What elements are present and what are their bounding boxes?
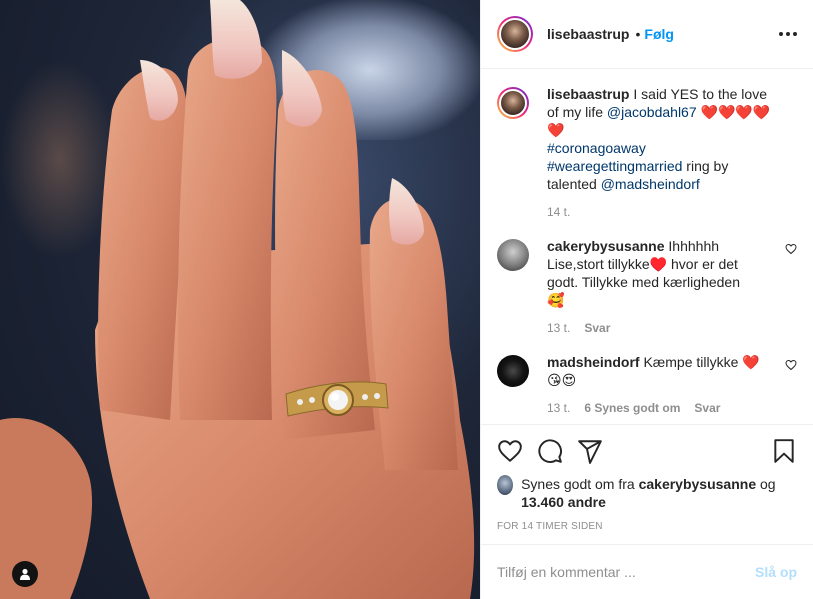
avatar[interactable] xyxy=(497,355,529,387)
heart-icon[interactable] xyxy=(497,438,523,464)
post-comment-button[interactable]: Slå op xyxy=(755,564,797,580)
comment-icon[interactable] xyxy=(537,438,563,464)
comments-section: lisebaastrup I said YES to the love of m… xyxy=(481,69,813,424)
action-icons xyxy=(497,435,797,467)
comment: cakerybysusanne Ihhhhhh Lise,stort tilly… xyxy=(497,237,797,309)
caption-meta: 14 t. xyxy=(547,205,797,219)
post-time[interactable]: FOR 14 TIMER SIDEN xyxy=(497,521,797,532)
likes-count[interactable]: 6 Synes godt om xyxy=(584,401,680,415)
emoji: 🥰 xyxy=(547,292,565,308)
post-photo[interactable] xyxy=(0,0,480,599)
mention-link[interactable]: @madsheindorf xyxy=(601,176,700,192)
comment-meta: 13 t. Svar xyxy=(547,321,797,335)
comment-text: Kæmpe tillykke xyxy=(643,354,743,370)
bookmark-icon[interactable] xyxy=(771,438,797,464)
avatar[interactable] xyxy=(497,16,533,52)
reply-button[interactable]: Svar xyxy=(584,321,610,335)
timestamp[interactable]: 14 t. xyxy=(547,205,570,219)
heart-icon[interactable] xyxy=(785,359,797,371)
caption-avatar[interactable] xyxy=(497,87,529,119)
timestamp[interactable]: 13 t. xyxy=(547,401,570,415)
more-options-icon[interactable] xyxy=(779,26,797,42)
comment-username[interactable]: cakerybysusanne xyxy=(547,238,665,254)
likes-mid: og xyxy=(756,476,776,492)
hand-with-ring-image xyxy=(0,0,475,599)
avatar[interactable] xyxy=(497,475,514,495)
comment: madsheindorf Kæmpe tillykke ❤️ 😘😍 xyxy=(497,353,797,389)
caption: lisebaastrup I said YES to the love of m… xyxy=(497,85,797,193)
likes-summary: Synes godt om fra cakerybysusanne og 13.… xyxy=(497,475,797,511)
comment-meta: 13 t. 6 Synes godt om Svar xyxy=(547,401,797,415)
add-comment-bar: Slå op xyxy=(481,544,813,599)
mention-link[interactable]: @jacobdahl67 xyxy=(607,104,697,120)
reply-button[interactable]: Svar xyxy=(694,401,720,415)
avatar[interactable] xyxy=(497,239,529,271)
comment-username[interactable]: madsheindorf xyxy=(547,354,640,370)
caption-username[interactable]: lisebaastrup xyxy=(547,86,629,102)
post-header: lisebaastrup • Følg xyxy=(481,0,813,69)
emoji: 😘😍 xyxy=(547,372,577,388)
heart-emoji: ❤️ xyxy=(742,354,760,370)
follow-button[interactable]: Følg xyxy=(644,26,674,42)
share-icon[interactable] xyxy=(577,438,603,464)
post-sidebar: lisebaastrup • Følg lisebaastrup I said … xyxy=(480,0,813,599)
likes-prefix: Synes godt om fra xyxy=(521,476,639,492)
heart-icon[interactable] xyxy=(785,243,797,255)
user-tag-icon[interactable] xyxy=(12,561,38,587)
likes-user[interactable]: cakerybysusanne xyxy=(639,476,757,492)
likes-count[interactable]: 13.460 andre xyxy=(521,494,606,510)
timestamp[interactable]: 13 t. xyxy=(547,321,570,335)
hashtag-link[interactable]: #wearegettingmarried xyxy=(547,158,682,174)
post-actions: Synes godt om fra cakerybysusanne og 13.… xyxy=(481,424,813,544)
instagram-post: lisebaastrup • Følg lisebaastrup I said … xyxy=(0,0,813,599)
separator-dot: • xyxy=(635,26,641,42)
post-username[interactable]: lisebaastrup xyxy=(547,26,629,42)
hashtag-link[interactable]: #coronagoaway xyxy=(547,140,646,156)
comment-input[interactable] xyxy=(497,564,755,580)
